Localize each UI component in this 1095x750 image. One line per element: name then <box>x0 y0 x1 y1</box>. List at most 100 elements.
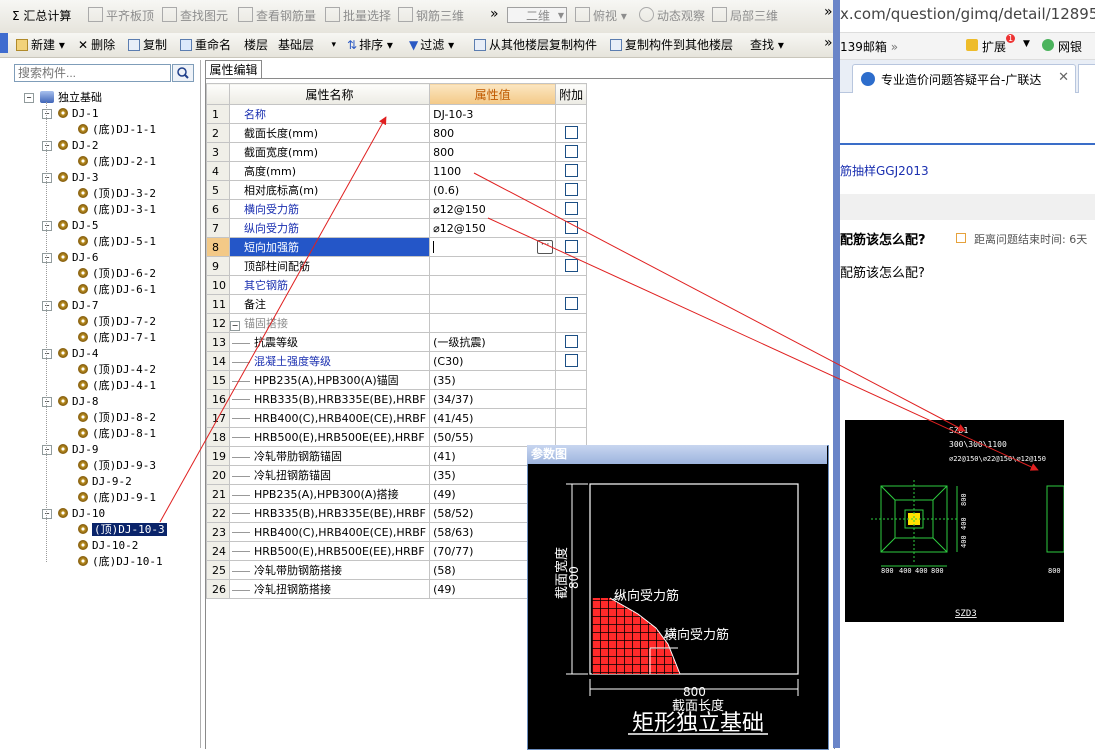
property-value-cell[interactable]: ⌀12@150 <box>429 218 557 238</box>
property-value-cell[interactable] <box>429 294 557 314</box>
table-row[interactable]: 14 混凝土强度等级 (C30) <box>206 351 588 371</box>
view-mode-select[interactable]: 二维 ▼ <box>507 7 567 23</box>
property-value-cell[interactable]: (41/45) <box>429 408 557 428</box>
tree-node-dj-2[interactable]: − DJ-2 <box>42 138 99 154</box>
sum-calc-button[interactable]: Σ 汇总计算 <box>12 6 71 26</box>
tree-node-dj-9[interactable]: − DJ-9 <box>42 442 99 458</box>
property-name-cell[interactable]: 名称 <box>228 104 431 124</box>
copy-from-floor-button[interactable]: 从其他楼层复制构件 <box>474 35 597 55</box>
collapse-toggle-icon[interactable]: − <box>24 93 34 103</box>
delete-button[interactable]: ✕ 删除 <box>78 35 115 55</box>
question-drawing-image[interactable]: SZD1 300\300\1100 ⌀22@150\⌀22@150\⌀12@15… <box>845 420 1064 622</box>
extra-checkbox[interactable] <box>564 183 578 196</box>
extra-checkbox[interactable] <box>564 240 578 253</box>
toolbar-more-button-2[interactable]: » <box>824 2 833 22</box>
collapse-toggle-icon[interactable]: − <box>230 321 240 331</box>
property-name-cell[interactable]: 冷轧扭钢筋锚固 <box>228 465 431 485</box>
property-name-cell[interactable]: 其它钢筋 <box>228 275 431 295</box>
align-slab-button[interactable]: 平齐板顶 <box>88 6 154 26</box>
extensions-button[interactable]: 扩展 <box>982 38 1006 55</box>
table-row[interactable]: 8 短向加强筋 ··· <box>206 237 588 257</box>
extra-checkbox[interactable] <box>564 202 578 215</box>
property-name-cell[interactable]: HRB335(B),HRB335E(BE),HRBF <box>228 389 431 409</box>
table-row[interactable]: 9 顶部柱间配筋 <box>206 256 588 276</box>
new-button[interactable]: 新建 ▾ <box>16 35 65 55</box>
browser-tab-2[interactable] <box>1078 64 1095 93</box>
collapse-toggle-icon[interactable]: − <box>42 509 52 519</box>
table-row[interactable]: 7 纵向受力筋 ⌀12@150 <box>206 218 588 238</box>
collapse-toggle-icon[interactable]: − <box>42 349 52 359</box>
property-name-cell[interactable]: HRB500(E),HRB500E(EE),HRBF <box>228 427 431 447</box>
extra-checkbox[interactable] <box>564 354 578 367</box>
collapse-toggle-icon[interactable]: − <box>42 301 52 311</box>
tree-leaf[interactable]: (底)DJ-8-1 <box>78 426 156 442</box>
property-name-cell[interactable]: HRB400(C),HRB400E(CE),HRBF <box>228 522 431 542</box>
extra-checkbox[interactable] <box>564 126 578 139</box>
property-value-cell[interactable]: (34/37) <box>429 389 557 409</box>
table-row[interactable]: 6 横向受力筋 ⌀12@150 <box>206 199 588 219</box>
extra-checkbox[interactable] <box>564 221 578 234</box>
property-value-cell[interactable] <box>429 313 557 333</box>
property-name-cell[interactable]: − 锚固搭接 <box>228 313 431 333</box>
property-name-cell[interactable]: 截面宽度(mm) <box>228 142 431 162</box>
tree-leaf[interactable]: (底)DJ-10-1 <box>78 554 163 570</box>
property-value-cell[interactable] <box>429 275 557 295</box>
top-view-button[interactable]: 俯视 ▾ <box>575 6 627 26</box>
property-name-cell[interactable]: HRB335(B),HRB335E(BE),HRBF <box>228 503 431 523</box>
table-row[interactable]: 3 截面宽度(mm) 800 <box>206 142 588 162</box>
sort-button[interactable]: ⇅ 排序 ▾ <box>347 35 393 55</box>
property-value-cell[interactable]: (C30) <box>429 351 557 371</box>
tree-node-dj-6[interactable]: − DJ-6 <box>42 250 99 266</box>
tree-leaf[interactable]: (顶)DJ-7-2 <box>78 314 156 330</box>
parameter-dialog-title[interactable]: 参数图 <box>527 445 827 464</box>
toolbar-more-button-3[interactable]: » <box>824 33 833 53</box>
tree-node-dj-10[interactable]: − DJ-10 <box>42 506 105 522</box>
property-value-cell[interactable]: 800 <box>429 142 557 162</box>
copy-button[interactable]: 复制 <box>128 35 167 55</box>
collapse-toggle-icon[interactable]: − <box>42 141 52 151</box>
tree-leaf[interactable]: (底)DJ-4-1 <box>78 378 156 394</box>
rebar-3d-button[interactable]: 钢筋三维 <box>398 6 464 26</box>
property-value-cell[interactable]: 800 <box>429 123 557 143</box>
tree-leaf[interactable]: (底)DJ-1-1 <box>78 122 156 138</box>
tree-node-dj-1[interactable]: − DJ-1 <box>42 106 99 122</box>
search-button[interactable] <box>172 64 194 82</box>
property-name-cell[interactable]: 冷轧带肋钢筋锚固 <box>228 446 431 466</box>
close-icon[interactable]: ✕ <box>1058 70 1069 85</box>
collapse-toggle-icon[interactable]: − <box>42 397 52 407</box>
collapse-toggle-icon[interactable]: − <box>42 445 52 455</box>
tree-node-dj-7[interactable]: − DJ-7 <box>42 298 99 314</box>
header-extra[interactable]: 附加 <box>555 83 588 105</box>
property-name-cell[interactable]: 冷轧带肋钢筋搭接 <box>228 560 431 580</box>
extra-checkbox[interactable] <box>564 145 578 158</box>
tree-node-dj-3[interactable]: − DJ-3 <box>42 170 99 186</box>
table-row[interactable]: 10 其它钢筋 <box>206 275 588 295</box>
tree-leaf[interactable]: DJ-9-2 <box>78 474 132 490</box>
tree-leaf[interactable]: (底)DJ-7-1 <box>78 330 156 346</box>
copy-to-floor-button[interactable]: 复制构件到其他楼层 <box>610 35 733 55</box>
table-row[interactable]: 2 截面长度(mm) 800 <box>206 123 588 143</box>
rename-button[interactable]: 重命名 <box>180 35 231 55</box>
property-name-cell[interactable]: 混凝土强度等级 <box>228 351 431 371</box>
floor-select[interactable]: 基础层 ▾ <box>278 35 336 55</box>
tab-property-edit[interactable]: 属性编辑 <box>205 60 262 79</box>
url-text[interactable]: x.com/question/gimq/detail/1289573.h <box>840 5 1095 23</box>
search-input[interactable] <box>14 64 171 82</box>
property-name-cell[interactable]: 抗震等级 <box>228 332 431 352</box>
header-property-name[interactable]: 属性名称 <box>228 83 431 105</box>
chevron-down-icon[interactable]: ▼ <box>1023 39 1030 49</box>
extra-checkbox[interactable] <box>564 297 578 310</box>
table-row[interactable]: 5 相对底标高(m) (0.6) <box>206 180 588 200</box>
local-3d-button[interactable]: 局部三维 <box>712 6 778 26</box>
table-row[interactable]: 12− 锚固搭接 <box>206 313 588 333</box>
property-name-cell[interactable]: 截面长度(mm) <box>228 123 431 143</box>
extra-checkbox[interactable] <box>564 164 578 177</box>
view-rebar-qty-button[interactable]: 查看钢筋量 <box>238 6 316 26</box>
table-row[interactable]: 13 抗震等级 (一级抗震) <box>206 332 588 352</box>
ellipsis-button[interactable]: ··· <box>537 240 554 254</box>
table-row[interactable]: 17 HRB400(C),HRB400E(CE),HRBF (41/45) <box>206 408 588 428</box>
extra-checkbox[interactable] <box>564 335 578 348</box>
property-name-cell[interactable]: 备注 <box>228 294 431 314</box>
collapse-toggle-icon[interactable]: − <box>42 109 52 119</box>
table-row[interactable]: 11 备注 <box>206 294 588 314</box>
